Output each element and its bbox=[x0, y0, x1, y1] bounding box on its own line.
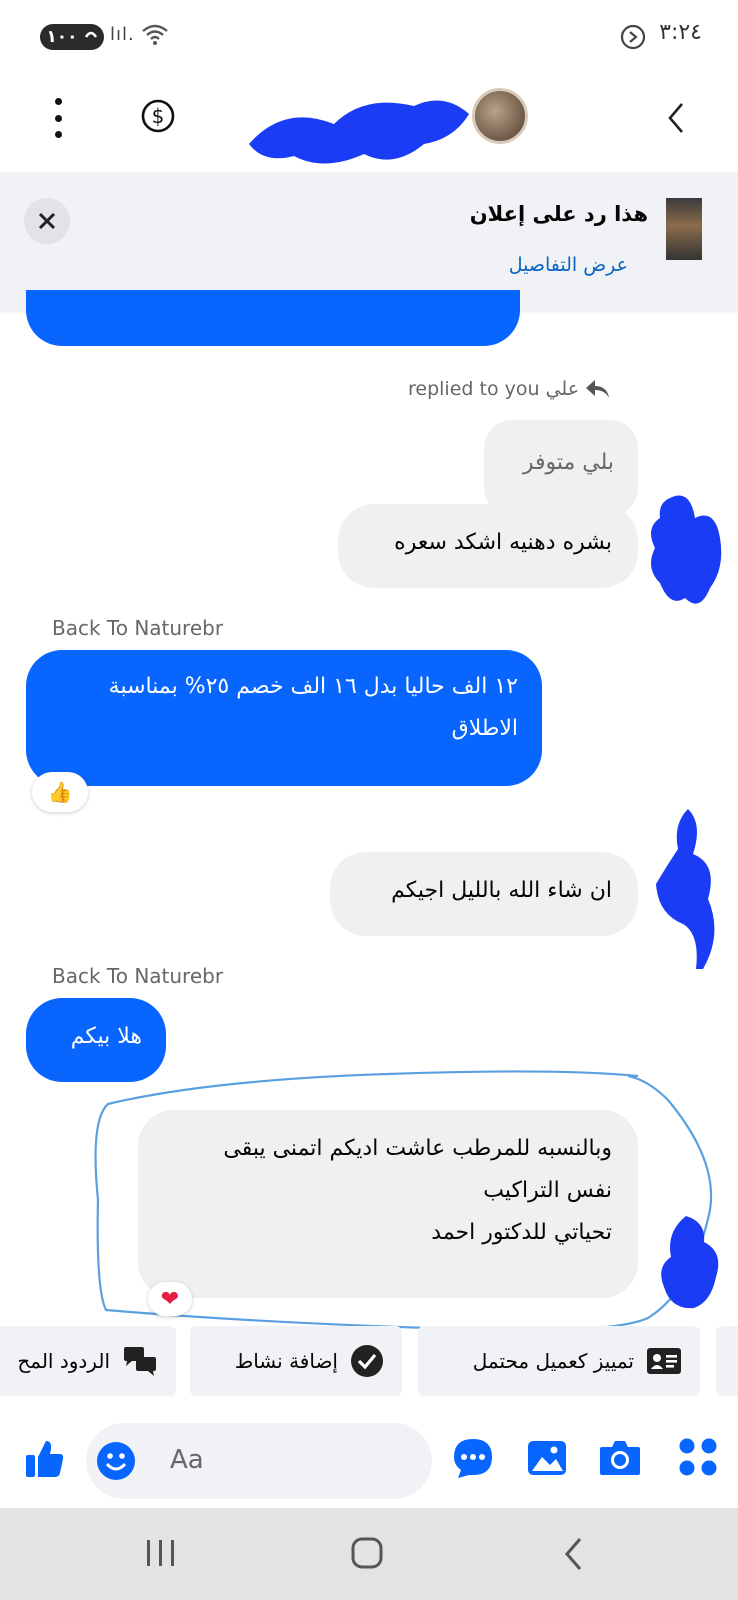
quick-action-mark-lead[interactable]: تمييز كعميل محتمل bbox=[418, 1326, 700, 1396]
system-nav-bar bbox=[0, 1508, 738, 1600]
svg-text:$: $ bbox=[152, 104, 165, 128]
close-icon bbox=[38, 212, 56, 230]
message-input[interactable]: Aa bbox=[86, 1423, 432, 1499]
battery-charge-icon bbox=[84, 31, 97, 38]
message-line: نفس التراكيب bbox=[483, 1177, 612, 1203]
quoted-message-text: بلي متوفر bbox=[522, 450, 614, 475]
redacted-avatar bbox=[661, 1216, 719, 1309]
status-bar: ١٠٠ lıl. ٣:٢٤ bbox=[0, 0, 738, 70]
ad-banner-title: هذا رد على إعلان bbox=[469, 202, 648, 226]
recent-apps-icon[interactable] bbox=[144, 1538, 178, 1568]
do-not-disturb-icon bbox=[620, 24, 646, 50]
message-text: ١٢ الف حاليا بدل ١٦ الف خصم ٢٥% بمناسبة … bbox=[108, 674, 518, 741]
battery-indicator: ١٠٠ bbox=[40, 24, 104, 50]
chip-label: تمييز كعميل محتمل bbox=[472, 1349, 634, 1373]
message-composer: Aa bbox=[0, 1415, 738, 1505]
message-line: تحياتي للدكتور احمد bbox=[431, 1219, 612, 1245]
chat-options-icon[interactable] bbox=[452, 1437, 494, 1479]
wifi-icon bbox=[142, 24, 168, 45]
system-back-icon[interactable] bbox=[562, 1536, 586, 1572]
dollar-icon[interactable]: $ bbox=[140, 98, 176, 134]
reaction-badge[interactable]: 👍 bbox=[32, 772, 88, 812]
status-clock: ٣:٢٤ bbox=[659, 20, 702, 45]
quick-action-saved-replies[interactable]: الردود المح bbox=[0, 1326, 176, 1396]
sender-name: Back To Naturebr bbox=[52, 616, 224, 640]
home-icon[interactable] bbox=[350, 1536, 384, 1570]
quick-action-partial[interactable] bbox=[716, 1326, 738, 1396]
reply-label-text: replied to you علي bbox=[408, 378, 580, 400]
chip-label: الردود المح bbox=[17, 1349, 110, 1373]
message-bubble-outgoing[interactable]: بشره دهنيه اشكد سعره bbox=[338, 504, 638, 588]
message-text: ان شاء الله بالليل اجيكم bbox=[391, 878, 612, 903]
reaction-badge[interactable]: ❤ bbox=[148, 1282, 192, 1316]
chat-header: $ bbox=[0, 70, 738, 170]
redacted-contact-name bbox=[249, 100, 469, 164]
message-bubble-outgoing[interactable]: ان شاء الله بالليل اجيكم bbox=[330, 852, 638, 936]
message-text: بشره دهنيه اشكد سعره bbox=[394, 530, 612, 555]
redacted-avatar bbox=[656, 809, 715, 969]
battery-level: ١٠٠ bbox=[46, 27, 78, 47]
message-input-placeholder: Aa bbox=[170, 1445, 204, 1475]
reply-indicator: replied to you علي bbox=[408, 378, 611, 400]
thumbs-up-reaction-icon: 👍 bbox=[47, 780, 73, 804]
more-apps-icon[interactable] bbox=[678, 1437, 718, 1477]
thumbs-up-icon[interactable] bbox=[24, 1437, 66, 1479]
contact-avatar[interactable] bbox=[472, 88, 528, 144]
chat-bubbles-icon bbox=[124, 1347, 156, 1376]
message-text: هلا بيكم bbox=[70, 1024, 142, 1049]
close-banner-button[interactable] bbox=[24, 198, 70, 244]
gallery-icon[interactable] bbox=[526, 1437, 568, 1479]
message-line: وبالنسبه للمرطب عاشت اديكم اتمنى يبقى bbox=[223, 1136, 612, 1161]
quick-action-add-activity[interactable]: إضافة نشاط bbox=[190, 1326, 402, 1396]
emoji-icon[interactable] bbox=[96, 1441, 136, 1481]
contact-card-icon bbox=[647, 1348, 681, 1374]
message-bubble-incoming[interactable]: ١٢ الف حاليا بدل ١٦ الف خصم ٢٥% بمناسبة … bbox=[26, 650, 542, 786]
check-circle-icon bbox=[351, 1345, 383, 1377]
redacted-avatar bbox=[651, 495, 722, 604]
reply-arrow-icon bbox=[586, 380, 610, 398]
chip-label: إضافة نشاط bbox=[234, 1349, 338, 1373]
camera-icon[interactable] bbox=[598, 1437, 642, 1479]
menu-dots-icon[interactable] bbox=[46, 98, 70, 138]
quoted-message[interactable]: بلي متوفر bbox=[484, 420, 638, 516]
signal-icon: lıl. bbox=[110, 24, 135, 45]
heart-reaction-icon: ❤ bbox=[160, 1286, 180, 1312]
ad-thumbnail[interactable] bbox=[666, 198, 702, 260]
view-details-link[interactable]: عرض التفاصيل bbox=[509, 254, 628, 276]
message-bubble-outgoing[interactable]: وبالنسبه للمرطب عاشت اديكم اتمنى يبقى نف… bbox=[138, 1110, 638, 1298]
back-chevron-icon[interactable] bbox=[664, 98, 688, 138]
message-bubble-partial[interactable] bbox=[26, 290, 520, 346]
quick-actions-row: الردود المح إضافة نشاط تمييز كعميل محتمل bbox=[0, 1326, 738, 1396]
sender-name: Back To Naturebr bbox=[52, 964, 224, 988]
